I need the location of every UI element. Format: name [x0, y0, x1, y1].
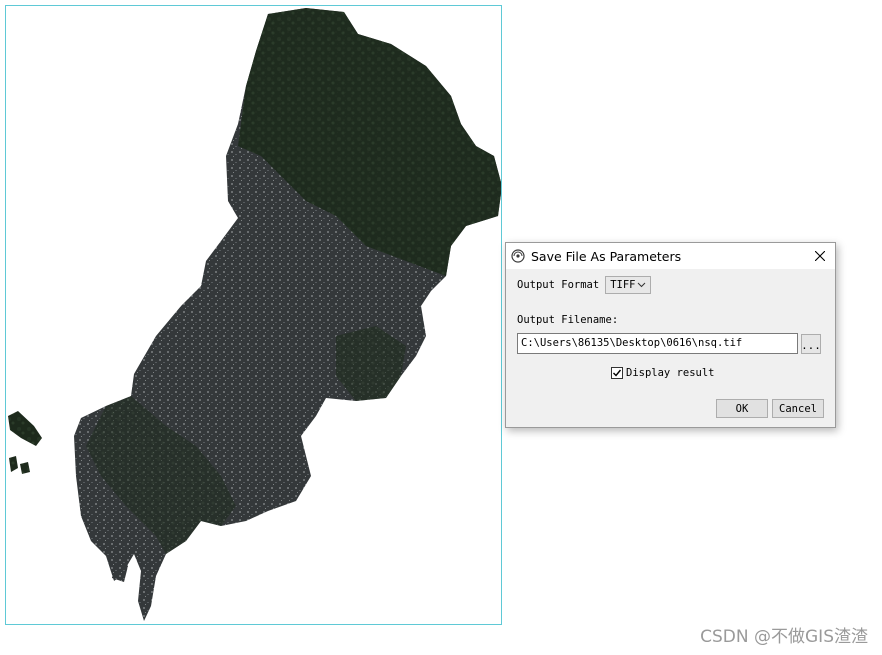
watermark: CSDN @不做GIS渣渣 [700, 627, 868, 647]
display-result-row[interactable]: Display result [611, 367, 715, 379]
output-filename-input[interactable]: C:\Users\86135\Desktop\0616\nsq.tif [517, 333, 798, 354]
output-format-label: Output Format [517, 279, 600, 291]
save-file-dialog: Save File As Parameters Output Format TI… [505, 242, 836, 428]
output-format-value: TIFF [610, 279, 636, 291]
output-format-select[interactable]: TIFF [605, 276, 652, 294]
display-result-label: Display result [626, 367, 715, 379]
close-button[interactable] [805, 243, 835, 269]
output-format-row: Output Format TIFF [517, 276, 652, 294]
satellite-image [8, 8, 501, 621]
envi-globe-icon [511, 249, 525, 263]
cancel-button[interactable]: Cancel [772, 399, 824, 418]
dialog-title: Save File As Parameters [531, 248, 682, 264]
browse-button[interactable]: ... [801, 334, 821, 354]
checkmark-icon [613, 369, 622, 377]
display-result-checkbox[interactable] [611, 367, 623, 379]
dialog-titlebar[interactable]: Save File As Parameters [506, 243, 835, 269]
output-filename-label: Output Filename: [517, 314, 619, 326]
chevron-down-icon [637, 282, 646, 288]
close-icon [815, 251, 825, 261]
image-view-frame [5, 5, 502, 625]
ok-button[interactable]: OK [716, 399, 768, 418]
